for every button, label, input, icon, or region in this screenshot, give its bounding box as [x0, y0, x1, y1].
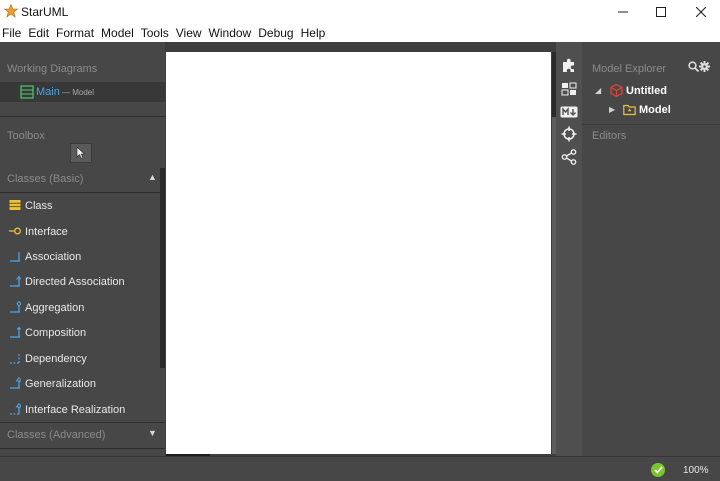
share-icon	[561, 149, 577, 165]
group-divider	[0, 192, 165, 193]
expanded-arrow-icon[interactable]: ◢	[595, 86, 601, 95]
tool-label: Association	[25, 251, 82, 263]
diagram-canvas[interactable]	[166, 52, 551, 454]
close-icon	[696, 7, 706, 17]
model-explorer-title: Model Explorer	[592, 63, 666, 75]
menu-bar: File Edit Format Model Tools View Window…	[0, 24, 720, 42]
pointer-icon	[76, 147, 86, 159]
directed-association-icon	[10, 275, 21, 287]
tool-generalization[interactable]: Generalization	[0, 373, 160, 395]
tool-label: Composition	[25, 327, 87, 339]
checkmark-icon	[653, 466, 663, 474]
class-icon	[9, 200, 21, 210]
tool-label: Generalization	[25, 378, 96, 390]
toolbox-title: Toolbox	[7, 130, 45, 142]
pointer-tool-button[interactable]	[70, 143, 92, 163]
right-icon-toolbar	[556, 42, 582, 456]
status-bar: 100%	[0, 456, 720, 481]
tool-label: Directed Association	[25, 276, 125, 288]
tool-interface-realization[interactable]: Interface Realization	[0, 399, 160, 421]
menu-file[interactable]: File	[2, 24, 21, 42]
tool-label: Interface Realization	[25, 404, 126, 416]
tool-label: Class	[25, 200, 53, 212]
maximize-button[interactable]	[641, 0, 681, 24]
menu-tools[interactable]: Tools	[141, 24, 169, 42]
menu-window[interactable]: Window	[209, 24, 252, 42]
tree-item-label: Untitled	[626, 85, 667, 97]
tool-aggregation[interactable]: Aggregation	[0, 297, 160, 319]
project-icon	[610, 84, 623, 97]
staruml-logo-icon	[4, 4, 18, 18]
expand-arrow-icon: ▼	[148, 428, 157, 438]
zoom-level[interactable]: 100%	[683, 465, 709, 476]
menu-model[interactable]: Model	[101, 24, 134, 42]
toolbox-group-label: Classes (Basic)	[7, 173, 84, 185]
model-package-icon	[623, 104, 636, 116]
minimize-button[interactable]	[603, 0, 643, 24]
working-diagrams-title: Working Diagrams	[7, 63, 98, 75]
menu-format[interactable]: Format	[56, 24, 94, 42]
tool-interface[interactable]: Interface	[0, 221, 160, 243]
window-title: StarUML	[21, 5, 69, 19]
markdown-button[interactable]	[559, 102, 579, 122]
tree-item-untitled[interactable]: ◢ Untitled	[582, 82, 720, 100]
check-circle-icon[interactable]	[651, 463, 665, 477]
collapse-arrow-icon: ▲	[148, 172, 157, 182]
maximize-icon	[656, 7, 666, 17]
menu-debug[interactable]: Debug	[258, 24, 293, 42]
tool-label: Dependency	[25, 353, 87, 365]
generalization-icon	[10, 377, 21, 389]
tree-item-model[interactable]: ▶ Model	[582, 101, 720, 119]
diagram-area	[165, 42, 556, 457]
model-explorer-panel: Model Explorer ◢ Untitled ▶ Model Editor…	[582, 42, 720, 456]
tool-label: Aggregation	[25, 302, 85, 314]
toolbox-group-classes-advanced[interactable]: Classes (Advanced) ▼	[0, 424, 165, 446]
left-sidebar: Working Diagrams Main — Model Toolbox Cl…	[0, 42, 165, 456]
panel-divider	[0, 116, 165, 117]
group-divider	[0, 448, 165, 449]
interface-realization-icon	[10, 403, 21, 415]
working-diagram-item-main[interactable]: Main — Model	[0, 82, 165, 102]
share-button[interactable]	[559, 147, 579, 167]
collapsed-arrow-icon[interactable]: ▶	[609, 105, 615, 114]
toolbox-group-classes-basic[interactable]: Classes (Basic) ▲	[0, 168, 165, 190]
aggregation-icon	[10, 301, 21, 313]
tool-class[interactable]: Class	[0, 195, 160, 217]
working-diagram-owner: — Model	[62, 88, 95, 97]
diagram-layout-button[interactable]	[559, 79, 579, 99]
tree-item-label: Model	[639, 104, 671, 116]
extensions-button[interactable]	[559, 55, 579, 75]
menu-help[interactable]: Help	[301, 24, 326, 42]
association-icon	[10, 252, 20, 262]
navigator-button[interactable]	[559, 124, 579, 144]
puzzle-icon	[563, 58, 574, 72]
working-diagram-name: Main	[36, 86, 60, 98]
markdown-icon	[560, 106, 578, 118]
tool-dependency[interactable]: Dependency	[0, 348, 160, 370]
tool-directed-association[interactable]: Directed Association	[0, 271, 160, 293]
minimize-icon	[618, 11, 628, 13]
panel-divider	[582, 124, 720, 125]
interface-icon	[9, 227, 21, 235]
group-divider	[0, 422, 165, 423]
dependency-icon	[10, 354, 20, 364]
close-button[interactable]	[681, 0, 720, 24]
editors-title: Editors	[592, 130, 627, 142]
search-icon[interactable]	[688, 61, 699, 72]
title-bar: StarUML	[0, 0, 720, 24]
crosshair-icon	[561, 126, 577, 142]
class-diagram-icon	[20, 85, 34, 99]
toolbox-group-label: Classes (Advanced)	[7, 429, 106, 441]
menu-edit[interactable]: Edit	[28, 24, 49, 42]
layout-icon	[561, 82, 577, 96]
composition-icon	[10, 326, 21, 338]
tool-composition[interactable]: Composition	[0, 322, 160, 344]
tool-association[interactable]: Association	[0, 246, 160, 268]
tool-label: Interface	[25, 226, 68, 238]
menu-view[interactable]: View	[176, 24, 202, 42]
gear-icon[interactable]	[699, 61, 710, 72]
